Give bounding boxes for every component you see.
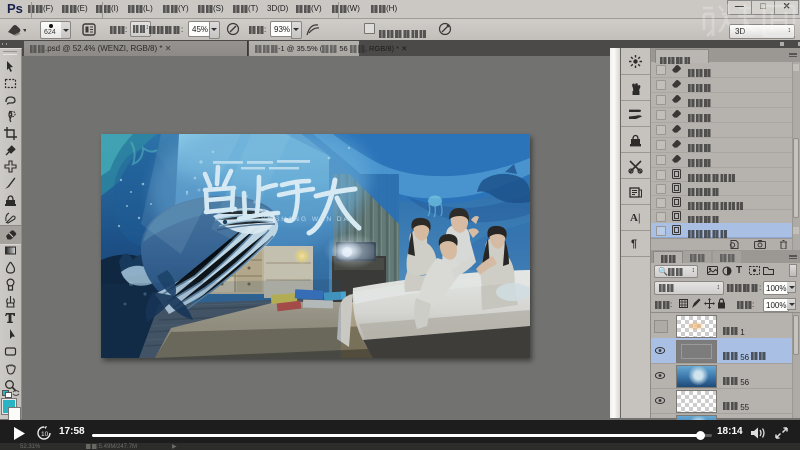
svg-text:10: 10 xyxy=(41,431,49,438)
